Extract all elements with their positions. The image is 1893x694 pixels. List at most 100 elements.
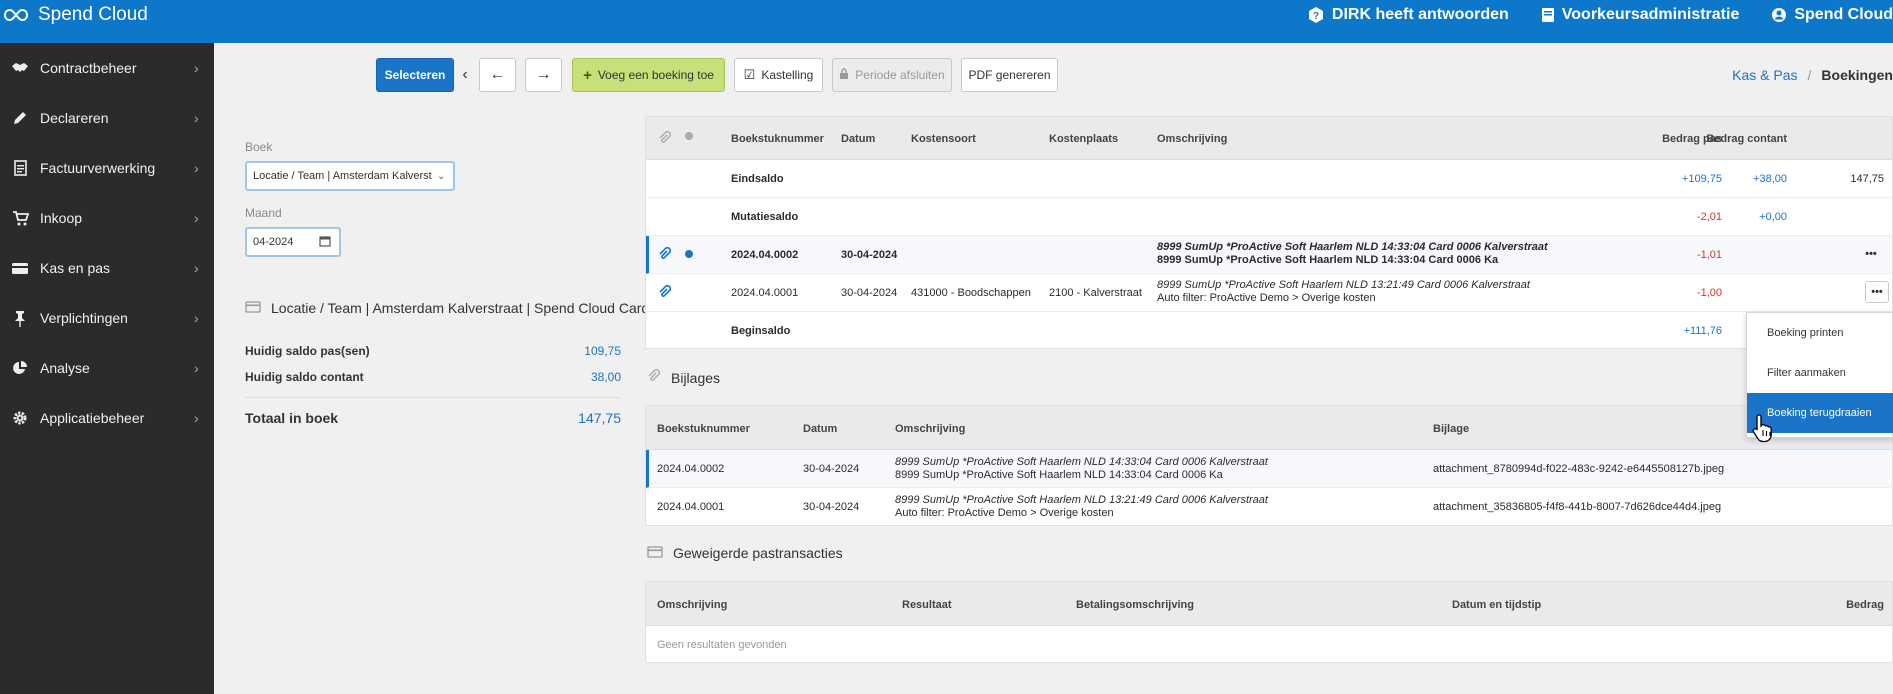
- sidebar-item-verplichtingen[interactable]: Verplichtingen ›: [0, 298, 214, 338]
- prev-button[interactable]: ←: [479, 58, 516, 92]
- sidebar-item-label: Analyse: [40, 360, 90, 376]
- next-button[interactable]: →: [525, 58, 562, 92]
- menu-item-print[interactable]: Boeking printen: [1747, 313, 1893, 353]
- select-button[interactable]: Selecteren: [376, 58, 454, 92]
- credit-card-icon: [647, 545, 663, 561]
- col-boekstuknummer[interactable]: Boekstuknummer: [731, 133, 824, 145]
- boek-select[interactable]: Locatie / Team | Amsterdam Kalverst ⌄: [245, 161, 455, 191]
- col-omschrijving[interactable]: Omschrijving: [1157, 133, 1227, 145]
- sidebar-item-applicatiebeheer[interactable]: Applicatiebeheer ›: [0, 398, 214, 438]
- col-datum[interactable]: Datum: [841, 133, 875, 145]
- table-row-mutatiesaldo: Mutatiesaldo -2,01 +0,00: [646, 198, 1892, 236]
- chevron-left-icon[interactable]: ‹: [459, 58, 471, 92]
- col-kostenplaats[interactable]: Kostenplaats: [1049, 133, 1118, 145]
- bijlage-datum: 30-04-2024: [803, 463, 860, 475]
- topnav-user[interactable]: Spend Cloud: [1771, 6, 1893, 24]
- col-datum[interactable]: Datum: [803, 423, 837, 435]
- booking-omschrijving-line2: 8999 SumUp *ProActive Soft Haarlem NLD 1…: [1157, 254, 1499, 266]
- saldo-contant-value: 38,00: [590, 370, 621, 384]
- period-close-button[interactable]: Periode afsluiten: [832, 58, 952, 92]
- summary-title-text: Locatie / Team | Amsterdam Kalverstraat …: [271, 300, 650, 316]
- geweigerde-title: Geweigerde pastransacties: [647, 545, 843, 561]
- mutatiesaldo-label: Mutatiesaldo: [731, 211, 799, 223]
- col-boekstuknummer[interactable]: Boekstuknummer: [657, 423, 750, 435]
- sidebar-item-kas-en-pas[interactable]: Kas en pas ›: [0, 248, 214, 288]
- paperclip-icon: [647, 369, 661, 386]
- bijlage-omschrijving-line1: 8999 SumUp *ProActive Soft Haarlem NLD 1…: [895, 494, 1268, 506]
- col-betalingsomschrijving[interactable]: Betalingsomschrijving: [1076, 599, 1194, 611]
- col-bedrag-contant[interactable]: Bedrag contant: [1661, 133, 1787, 145]
- table-row[interactable]: 2024.04.0002 30-04-2024 8999 SumUp *ProA…: [646, 450, 1892, 488]
- brand[interactable]: Spend Cloud: [4, 4, 148, 26]
- app-title: Spend Cloud: [38, 4, 148, 25]
- col-bedrag[interactable]: Bedrag: [1784, 599, 1884, 611]
- table-row-booking[interactable]: 2024.04.0002 30-04-2024 8999 SumUp *ProA…: [646, 236, 1892, 274]
- summary-title: Locatie / Team | Amsterdam Kalverstraat …: [245, 300, 649, 316]
- sidebar-item-factuurverwerking[interactable]: Factuurverwerking ›: [0, 148, 214, 188]
- sidebar-item-inkoop[interactable]: Inkoop ›: [0, 198, 214, 238]
- chevron-right-icon: ›: [194, 260, 199, 276]
- row-actions-button[interactable]: •••: [1859, 243, 1883, 265]
- table-row[interactable]: 2024.04.0001 30-04-2024 8999 SumUp *ProA…: [646, 488, 1892, 525]
- booking-bedrag-pas: -1,01: [1696, 249, 1722, 261]
- gear-icon: [0, 410, 40, 426]
- col-omschrijving[interactable]: Omschrijving: [895, 423, 965, 435]
- user-icon: [1772, 8, 1787, 22]
- boek-label: Boek: [245, 140, 273, 154]
- add-booking-button[interactable]: + Voeg een boeking toe: [572, 58, 725, 92]
- cart-icon: [0, 210, 40, 226]
- hand-cursor-icon: [1752, 414, 1772, 443]
- paperclip-icon[interactable]: [658, 284, 672, 302]
- sidebar-item-label: Verplichtingen: [40, 310, 128, 326]
- summary-divider: [245, 397, 621, 398]
- invoice-icon: [0, 160, 40, 176]
- boek-select-value: Locatie / Team | Amsterdam Kalverst: [253, 170, 432, 182]
- topnav-user-label: Spend Cloud: [1794, 6, 1893, 23]
- geweigerde-table: Omschrijving Resultaat Betalingsomschrij…: [645, 581, 1893, 663]
- paperclip-icon[interactable]: [658, 246, 672, 264]
- col-bijlage[interactable]: Bijlage: [1433, 423, 1469, 435]
- paperclip-icon: [658, 131, 672, 148]
- pencil-icon: [0, 110, 40, 126]
- sidebar-item-label: Contractbeheer: [40, 60, 137, 76]
- booking-nummer: 2024.04.0002: [731, 249, 799, 261]
- mutatiesaldo-contant: +0,00: [1759, 211, 1787, 223]
- breadcrumb: Kas & Pas / Boekingen: [1732, 67, 1893, 83]
- col-kostensoort[interactable]: Kostensoort: [911, 133, 976, 145]
- bijlages-table: Boekstuknummer Datum Omschrijving Bijlag…: [645, 405, 1893, 526]
- maand-input[interactable]: 04-2024: [245, 227, 341, 257]
- bijlage-nummer: 2024.04.0002: [657, 463, 725, 475]
- breadcrumb-parent[interactable]: Kas & Pas: [1732, 67, 1797, 83]
- help-question-icon: ?: [1308, 7, 1323, 23]
- chevron-down-icon: ⌄: [437, 170, 446, 182]
- empty-message: Geen resultaten gevonden: [657, 639, 787, 651]
- menu-item-filter[interactable]: Filter aanmaken: [1747, 353, 1893, 393]
- bijlage-file-link[interactable]: attachment_35836805-f4f8-441b-8007-7d626…: [1433, 501, 1721, 513]
- saldo-contant-label: Huidig saldo contant: [245, 370, 364, 384]
- col-omschrijving[interactable]: Omschrijving: [657, 599, 727, 611]
- chevron-right-icon: ›: [194, 310, 199, 326]
- booking-bedrag-pas: -1,00: [1696, 287, 1722, 299]
- col-datum-tijdstip[interactable]: Datum en tijdstip: [1452, 599, 1541, 611]
- table-row-booking[interactable]: 2024.04.0001 30-04-2024 431000 - Boodsch…: [646, 274, 1892, 312]
- topnav-dirk[interactable]: ? DIRK heeft antwoorden: [1307, 6, 1509, 24]
- pdf-button[interactable]: PDF genereren: [961, 58, 1058, 92]
- sidebar-item-declareren[interactable]: Declareren ›: [0, 98, 214, 138]
- pin-icon: [0, 310, 40, 327]
- bijlage-file-link[interactable]: attachment_8780994d-f022-483c-9242-e6445…: [1433, 463, 1724, 475]
- maand-label: Maand: [245, 206, 282, 220]
- saldo-pas-label: Huidig saldo pas(sen): [245, 344, 370, 358]
- booking-datum: 30-04-2024: [841, 249, 898, 261]
- calendar-icon: [319, 235, 339, 250]
- col-resultaat[interactable]: Resultaat: [902, 599, 952, 611]
- credit-card-icon: [245, 300, 261, 316]
- eindsaldo-total: 147,75: [1850, 173, 1884, 185]
- kastelling-button[interactable]: ☑ Kastelling: [734, 58, 823, 92]
- eindsaldo-label: Eindsaldo: [731, 173, 784, 185]
- sidebar-item-analyse[interactable]: Analyse ›: [0, 348, 214, 388]
- totaal-row: Totaal in boek 147,75: [245, 410, 621, 426]
- topnav-voorkeursadministratie[interactable]: Voorkeursadministratie: [1541, 6, 1739, 24]
- row-actions-button[interactable]: •••: [1865, 281, 1889, 303]
- sidebar-item-contractbeheer[interactable]: Contractbeheer ›: [0, 48, 214, 88]
- booking-nummer: 2024.04.0001: [731, 287, 799, 299]
